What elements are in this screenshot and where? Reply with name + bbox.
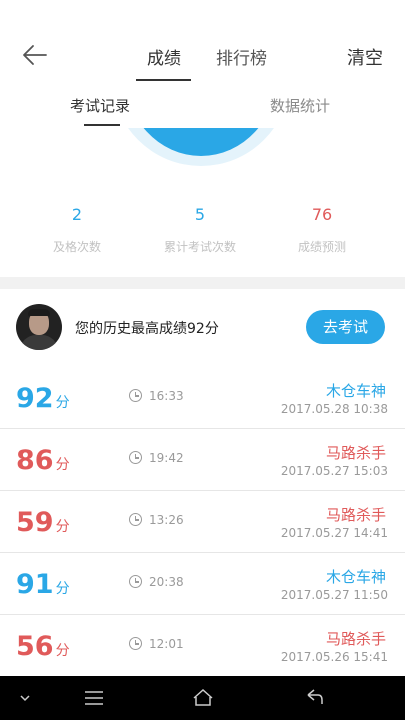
record-duration: 13:26 xyxy=(149,513,184,527)
record-date: 2017.05.27 11:50 xyxy=(280,588,388,602)
record-date: 2017.05.27 14:41 xyxy=(280,526,388,540)
record-duration: 20:38 xyxy=(149,575,184,589)
table-row[interactable]: 86 分 19:42 马路杀手 2017.05.27 15:03 xyxy=(0,429,405,491)
record-score: 92 分 xyxy=(16,383,70,414)
best-score-card: 您的历史最高成绩92分 去考试 xyxy=(0,289,405,368)
record-duration: 12:01 xyxy=(149,637,184,651)
stat-value: 5 xyxy=(194,205,206,224)
clock-icon xyxy=(129,575,142,588)
score-circle xyxy=(0,128,405,178)
clear-button[interactable]: 清空 xyxy=(347,44,383,70)
clock-icon xyxy=(129,451,142,464)
tab-active-indicator xyxy=(136,79,191,81)
record-title: 木仓车神 xyxy=(325,568,386,586)
tab-score[interactable]: 成绩 xyxy=(147,44,181,69)
record-duration: 16:33 xyxy=(149,389,184,403)
record-title: 马路杀手 xyxy=(325,630,386,648)
stat-value: 2 xyxy=(71,205,83,224)
record-score: 56 分 xyxy=(16,631,70,662)
stat-total-exams: 5 累计考试次数 xyxy=(140,205,260,255)
table-row[interactable]: 56 分 12:01 马路杀手 2017.05.26 15:41 xyxy=(0,615,405,677)
avatar xyxy=(16,304,62,350)
stat-value: 76 xyxy=(311,205,333,224)
section-divider xyxy=(0,277,405,289)
table-row[interactable]: 92 分 16:33 木仓车神 2017.05.28 10:38 xyxy=(0,367,405,429)
table-row[interactable]: 91 分 20:38 木仓车神 2017.05.27 11:50 xyxy=(0,553,405,615)
clock-icon xyxy=(129,389,142,402)
clock-icon xyxy=(129,513,142,526)
record-date: 2017.05.26 15:41 xyxy=(280,650,388,664)
home-icon[interactable] xyxy=(183,676,223,720)
tab-ranking[interactable]: 排行榜 xyxy=(216,44,267,69)
subtab-active-indicator xyxy=(84,124,120,126)
sub-tabs: 考试记录 数据统计 xyxy=(0,82,405,128)
best-score-text: 您的历史最高成绩92分 xyxy=(75,321,219,337)
tab-exam-records[interactable]: 考试记录 xyxy=(70,95,130,116)
record-duration: 19:42 xyxy=(149,451,184,465)
record-score: 86 分 xyxy=(16,445,70,476)
tab-data-statistics[interactable]: 数据统计 xyxy=(270,95,330,116)
stat-label: 成绩预测 xyxy=(297,240,346,254)
stat-score-prediction: 76 成绩预测 xyxy=(262,205,382,255)
chevron-down-icon[interactable] xyxy=(5,676,45,720)
table-row[interactable]: 59 分 13:26 马路杀手 2017.05.27 14:41 xyxy=(0,491,405,553)
record-title: 马路杀手 xyxy=(325,506,386,524)
stat-label: 累计考试次数 xyxy=(163,240,236,254)
back-icon[interactable] xyxy=(294,676,334,720)
record-title: 马路杀手 xyxy=(325,444,386,462)
arrow-left-icon[interactable] xyxy=(20,40,50,70)
clock-icon xyxy=(129,637,142,650)
record-date: 2017.05.27 15:03 xyxy=(280,464,388,478)
record-title: 木仓车神 xyxy=(325,382,386,400)
record-score: 91 分 xyxy=(16,569,70,600)
stat-label: 及格次数 xyxy=(52,240,101,254)
stat-pass-count: 2 及格次数 xyxy=(17,205,137,255)
record-date: 2017.05.28 10:38 xyxy=(280,402,388,416)
record-score: 59 分 xyxy=(16,507,70,538)
top-header: 成绩 排行榜 清空 xyxy=(0,0,405,83)
system-nav-bar xyxy=(0,676,405,720)
go-exam-button[interactable]: 去考试 xyxy=(306,310,385,344)
menu-icon[interactable] xyxy=(74,676,114,720)
